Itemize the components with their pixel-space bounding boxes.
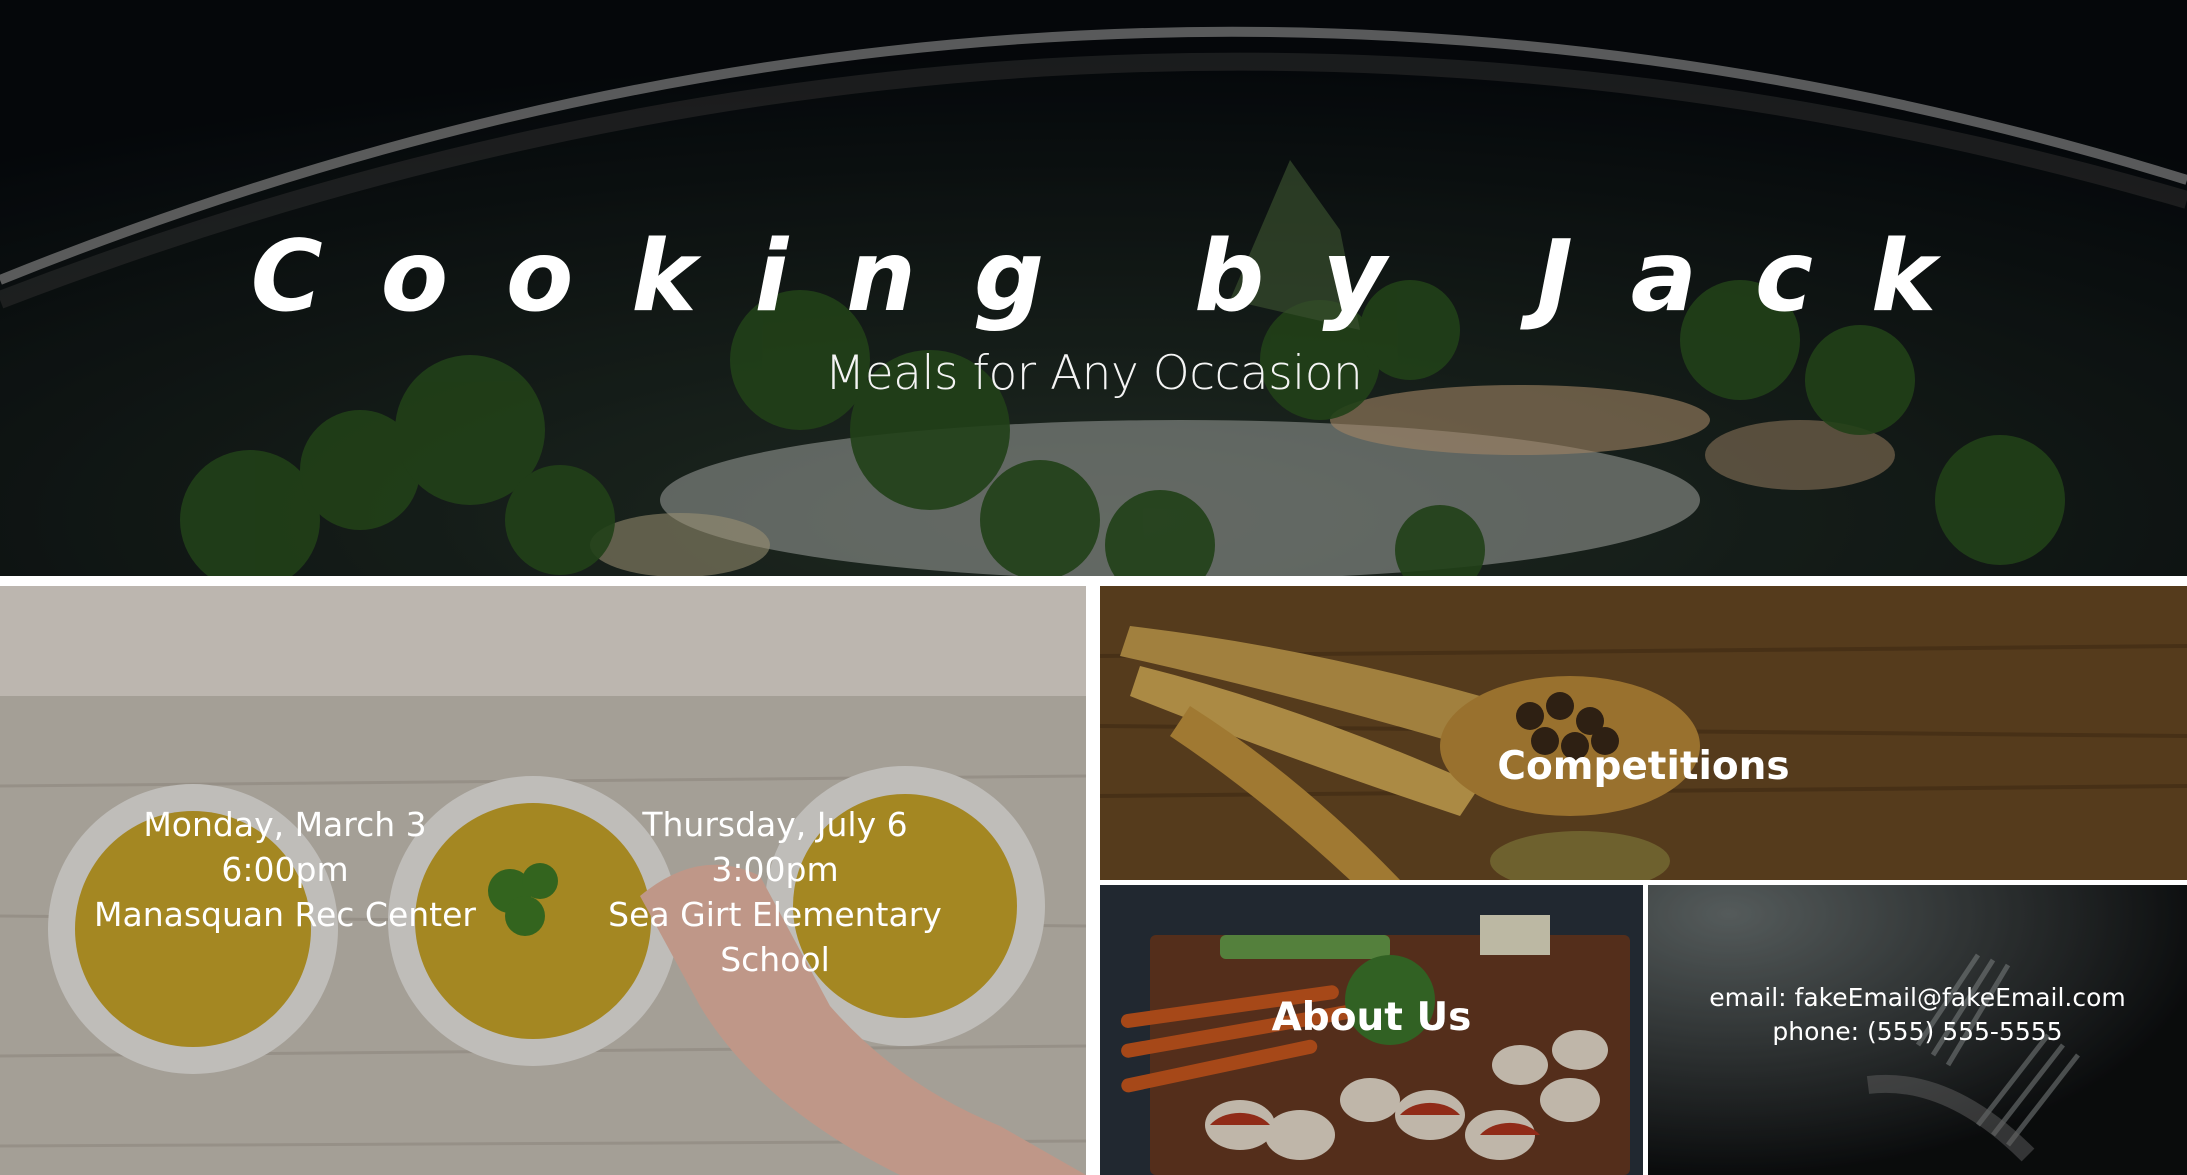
event-time: 3:00pm [711, 850, 839, 889]
contact-phone[interactable]: phone: (555) 555-5555 [1648, 1015, 2187, 1049]
about-heading[interactable]: About Us [1100, 995, 1643, 1040]
event-location: Manasquan Rec Center [94, 895, 476, 934]
event-day: Monday, March 3 [143, 805, 427, 844]
event-location: Sea Girt Elementary School [608, 895, 942, 979]
hero-banner: Cooking by Jack Meals for Any Occasion [0, 0, 2187, 576]
about-panel[interactable]: About Us [1100, 885, 1643, 1175]
event-day: Thursday, July 6 [642, 805, 908, 844]
event-card[interactable]: Thursday, July 6 3:00pm Sea Girt Element… [555, 802, 995, 982]
site-subtitle: Meals for Any Occasion [824, 346, 1363, 401]
contact-info: email: fakeEmail@fakeEmail.com phone: (5… [1648, 981, 2187, 1049]
competitions-background-image [1100, 586, 2187, 880]
site-title: Cooking by Jack [250, 220, 1995, 334]
events-panel[interactable]: Monday, March 3 6:00pm Manasquan Rec Cen… [0, 586, 1086, 1175]
contact-panel: email: fakeEmail@fakeEmail.com phone: (5… [1648, 885, 2187, 1175]
competitions-panel[interactable]: Competitions [1100, 586, 2187, 880]
event-card[interactable]: Monday, March 3 6:00pm Manasquan Rec Cen… [85, 802, 485, 937]
event-time: 6:00pm [221, 850, 349, 889]
contact-email[interactable]: email: fakeEmail@fakeEmail.com [1648, 981, 2187, 1015]
competitions-heading[interactable]: Competitions [1100, 744, 2187, 789]
